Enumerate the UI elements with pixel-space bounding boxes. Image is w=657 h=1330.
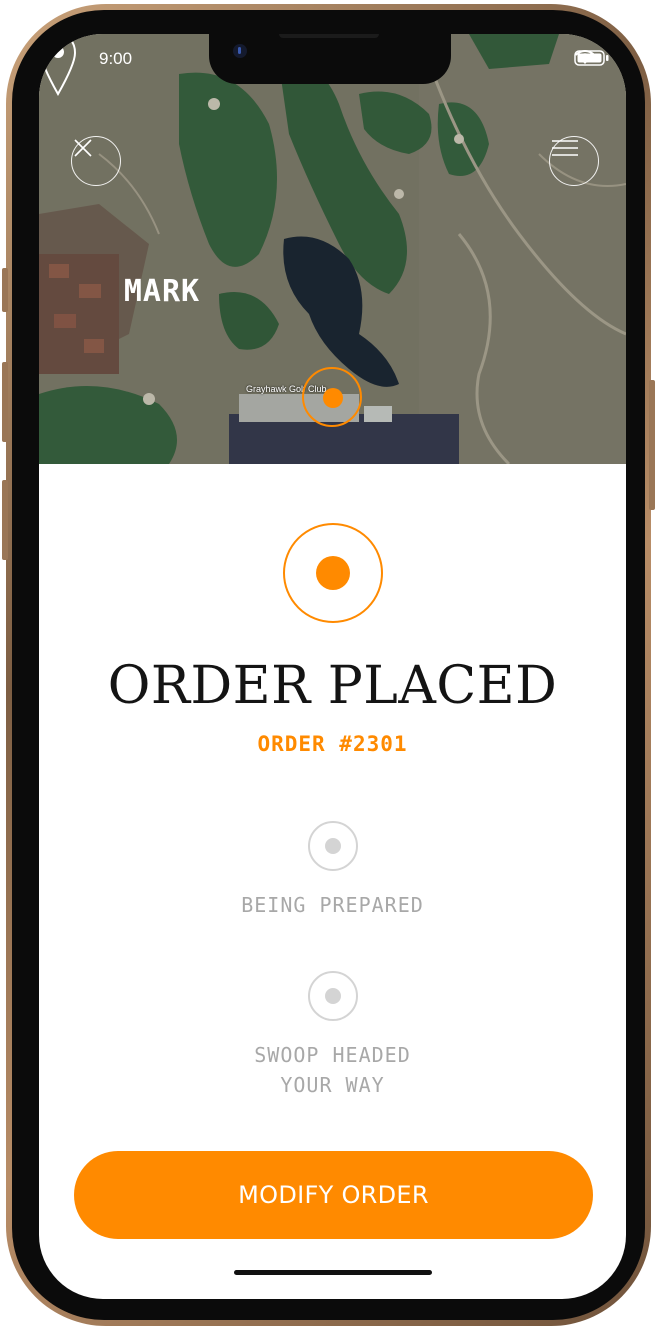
satellite-map[interactable]: 9:00 MARK Grayhawk Golf Club — [39, 34, 626, 464]
hamburger-menu-icon — [552, 140, 578, 156]
order-number: ORDER #2301 — [257, 732, 408, 756]
battery-icon — [574, 50, 609, 66]
menu-button[interactable] — [549, 136, 599, 186]
side-button — [2, 268, 8, 312]
map-pin-icon — [39, 34, 77, 96]
app-screen: 9:00 MARK Grayhawk Golf Club ORDER PLACE… — [39, 34, 626, 1299]
side-button — [2, 362, 8, 442]
order-status-title: ORDER PLACED — [107, 656, 558, 716]
close-icon — [74, 139, 92, 157]
order-placed-status-icon — [283, 523, 383, 623]
home-indicator[interactable] — [234, 1270, 432, 1275]
step-headed-your-way-indicator — [308, 971, 358, 1021]
side-button — [2, 480, 8, 560]
delivery-location-marker[interactable] — [302, 367, 362, 427]
step-headed-your-way-label: SWOOP HEADED YOUR WAY — [254, 1043, 411, 1097]
status-bar-time: 9:00 — [99, 49, 133, 68]
user-location-label: MARK — [123, 274, 201, 309]
step-being-prepared-indicator — [308, 821, 358, 871]
step-being-prepared-label: BEING PREPARED — [241, 893, 424, 917]
device-notch — [209, 34, 451, 84]
modify-order-button[interactable]: MODIFY ORDER — [74, 1151, 593, 1239]
close-button[interactable] — [71, 136, 121, 186]
side-button — [649, 380, 655, 510]
